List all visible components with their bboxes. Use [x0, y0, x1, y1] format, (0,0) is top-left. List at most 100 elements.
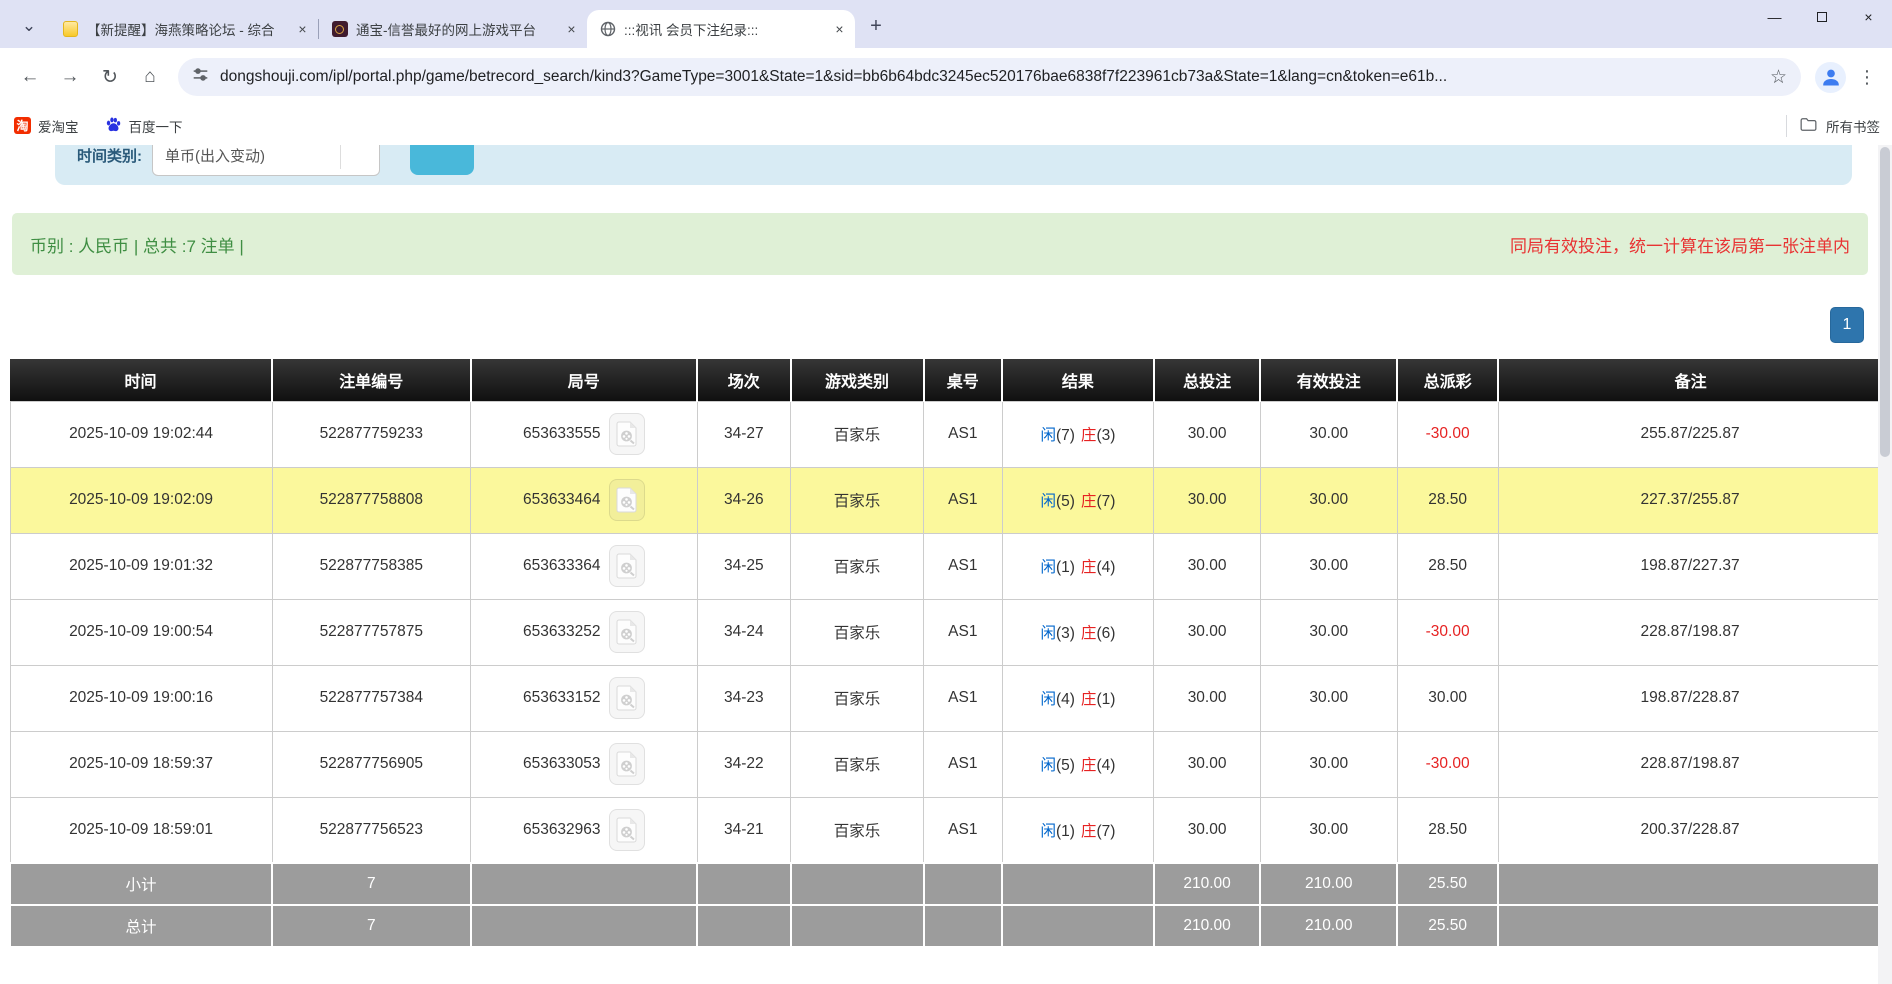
home-icon[interactable]: ⌂	[132, 59, 168, 95]
notice-red-text: 同局有效投注，统一计算在该局第一张注单内	[1510, 232, 1850, 257]
maximize-button[interactable]	[1798, 0, 1845, 34]
total-total-bet: 210.00	[1154, 905, 1261, 947]
cell-valid-bet: 30.00	[1260, 797, 1397, 863]
cell-session: 34-23	[697, 665, 791, 731]
cell-session: 34-25	[697, 533, 791, 599]
cell-session: 34-27	[697, 401, 791, 467]
cell-total-bet-link[interactable]: 30.00	[1154, 533, 1261, 599]
cell-valid-bet: 30.00	[1260, 467, 1397, 533]
cell-game-type: 百家乐	[791, 731, 924, 797]
cell-round: 653633252	[471, 599, 698, 665]
cell-total-bet-link[interactable]: 30.00	[1154, 401, 1261, 467]
cell-round: 653633053	[471, 731, 698, 797]
subtotal-total-bet: 210.00	[1154, 863, 1261, 905]
table-row: 2025-10-09 18:59:01 522877756523 6536329…	[10, 797, 1882, 863]
close-icon[interactable]: ×	[293, 20, 312, 39]
video-replay-icon[interactable]	[609, 809, 645, 851]
result-banker: 庄	[1081, 493, 1097, 510]
tab-strip: ⌄ 【新提醒】海燕策略论坛 - 综合 × 通宝-信誉最好的网上游戏平台 × ::…	[0, 0, 1892, 48]
cell-game-type: 百家乐	[791, 599, 924, 665]
video-replay-icon[interactable]	[609, 545, 645, 587]
cell-round: 653633152	[471, 665, 698, 731]
video-replay-icon[interactable]	[609, 479, 645, 521]
cell-total-bet-link[interactable]: 30.00	[1154, 731, 1261, 797]
cell-note: 255.87/225.87	[1498, 401, 1882, 467]
cell-round: 653633364	[471, 533, 698, 599]
back-icon[interactable]: ←	[12, 59, 48, 95]
cell-result: 闲(7)庄(3)	[1002, 401, 1154, 467]
cell-note: 200.37/228.87	[1498, 797, 1882, 863]
address-bar[interactable]: dongshouji.com/ipl/portal.php/game/betre…	[178, 58, 1801, 96]
result-banker: 庄	[1081, 757, 1097, 774]
round-number: 653633152	[523, 689, 601, 707]
forward-icon[interactable]: →	[52, 59, 88, 95]
video-replay-icon[interactable]	[609, 413, 645, 455]
table-row: 2025-10-09 19:01:32 522877758385 6536333…	[10, 533, 1882, 599]
total-payout: 25.50	[1397, 905, 1498, 947]
tab-title: 通宝-信誉最好的网上游戏平台	[356, 19, 554, 39]
cell-table-no: AS1	[924, 665, 1003, 731]
table-row: 2025-10-09 19:02:09 522877758808 6536334…	[10, 467, 1882, 533]
browser-menu-icon[interactable]: ⋮	[1854, 67, 1880, 88]
tab-bet-records-active[interactable]: :::视讯 会员下注纪录::: ×	[587, 10, 855, 48]
cell-bet-id: 522877757875	[272, 599, 470, 665]
result-banker: 庄	[1081, 427, 1097, 444]
minimize-button[interactable]: —	[1751, 0, 1798, 34]
cell-total-bet-link[interactable]: 30.00	[1154, 467, 1261, 533]
table-row: 2025-10-09 18:59:37 522877756905 6536330…	[10, 731, 1882, 797]
site-settings-icon[interactable]	[192, 66, 209, 88]
cell-session: 34-22	[697, 731, 791, 797]
result-banker: 庄	[1081, 691, 1097, 708]
pagination-page-1[interactable]: 1	[1830, 307, 1864, 343]
bookmark-baidu[interactable]: 百度一下	[105, 116, 183, 136]
cell-payout: -30.00	[1397, 401, 1498, 467]
refresh-icon[interactable]: ↻	[92, 59, 128, 95]
filter-select-value: 单币(出入变动)	[165, 145, 265, 166]
cell-total-bet-link[interactable]: 30.00	[1154, 797, 1261, 863]
cell-time: 2025-10-09 18:59:37	[10, 731, 272, 797]
tab-tongbao[interactable]: 通宝-信誉最好的网上游戏平台 ×	[319, 10, 587, 48]
window-close-button[interactable]: ×	[1845, 0, 1892, 34]
new-tab-button[interactable]: +	[861, 11, 891, 41]
url-text[interactable]: dongshouji.com/ipl/portal.php/game/betre…	[220, 68, 1759, 86]
globe-icon	[599, 21, 616, 38]
profile-avatar-icon[interactable]	[1815, 62, 1846, 93]
close-icon[interactable]: ×	[562, 20, 581, 39]
filter-select[interactable]: 单币(出入变动)	[152, 145, 380, 176]
result-player: 闲	[1040, 559, 1056, 576]
round-number: 653633555	[523, 425, 601, 443]
cell-payout: -30.00	[1397, 731, 1498, 797]
bookmark-taobao[interactable]: 淘 爱淘宝	[14, 116, 79, 136]
cell-game-type: 百家乐	[791, 665, 924, 731]
video-replay-icon[interactable]	[609, 677, 645, 719]
cell-bet-id: 522877757384	[272, 665, 470, 731]
cell-total-bet-link[interactable]: 30.00	[1154, 665, 1261, 731]
video-replay-icon[interactable]	[609, 611, 645, 653]
round-number: 653633053	[523, 755, 601, 773]
all-bookmarks-button[interactable]: 所有书签	[1786, 115, 1882, 137]
tab-haiyan-forum[interactable]: 【新提醒】海燕策略论坛 - 综合 ×	[50, 10, 318, 48]
bookmark-star-icon[interactable]: ☆	[1770, 66, 1787, 89]
tab-title: :::视讯 会员下注纪录:::	[624, 19, 822, 39]
search-button[interactable]	[410, 145, 474, 175]
cell-result: 闲(5)庄(7)	[1002, 467, 1154, 533]
window-controls: — ×	[1751, 0, 1892, 34]
video-replay-icon[interactable]	[609, 743, 645, 785]
close-icon[interactable]: ×	[830, 20, 849, 39]
cell-round: 653632963	[471, 797, 698, 863]
table-row: 2025-10-09 19:02:44 522877759233 6536335…	[10, 401, 1882, 467]
cell-total-bet-link[interactable]: 30.00	[1154, 599, 1261, 665]
tab-search-icon[interactable]: ⌄	[12, 9, 46, 43]
vertical-scrollbar[interactable]	[1878, 145, 1892, 984]
cell-payout: 28.50	[1397, 797, 1498, 863]
cell-time: 2025-10-09 19:00:54	[10, 599, 272, 665]
cell-bet-id: 522877756905	[272, 731, 470, 797]
col-bet-id: 注单编号	[272, 359, 470, 401]
scrollbar-thumb[interactable]	[1880, 147, 1890, 457]
cell-time: 2025-10-09 18:59:01	[10, 797, 272, 863]
cell-table-no: AS1	[924, 467, 1003, 533]
taobao-icon: 淘	[14, 117, 31, 134]
cell-game-type: 百家乐	[791, 797, 924, 863]
result-banker: 庄	[1081, 559, 1097, 576]
cell-game-type: 百家乐	[791, 533, 924, 599]
